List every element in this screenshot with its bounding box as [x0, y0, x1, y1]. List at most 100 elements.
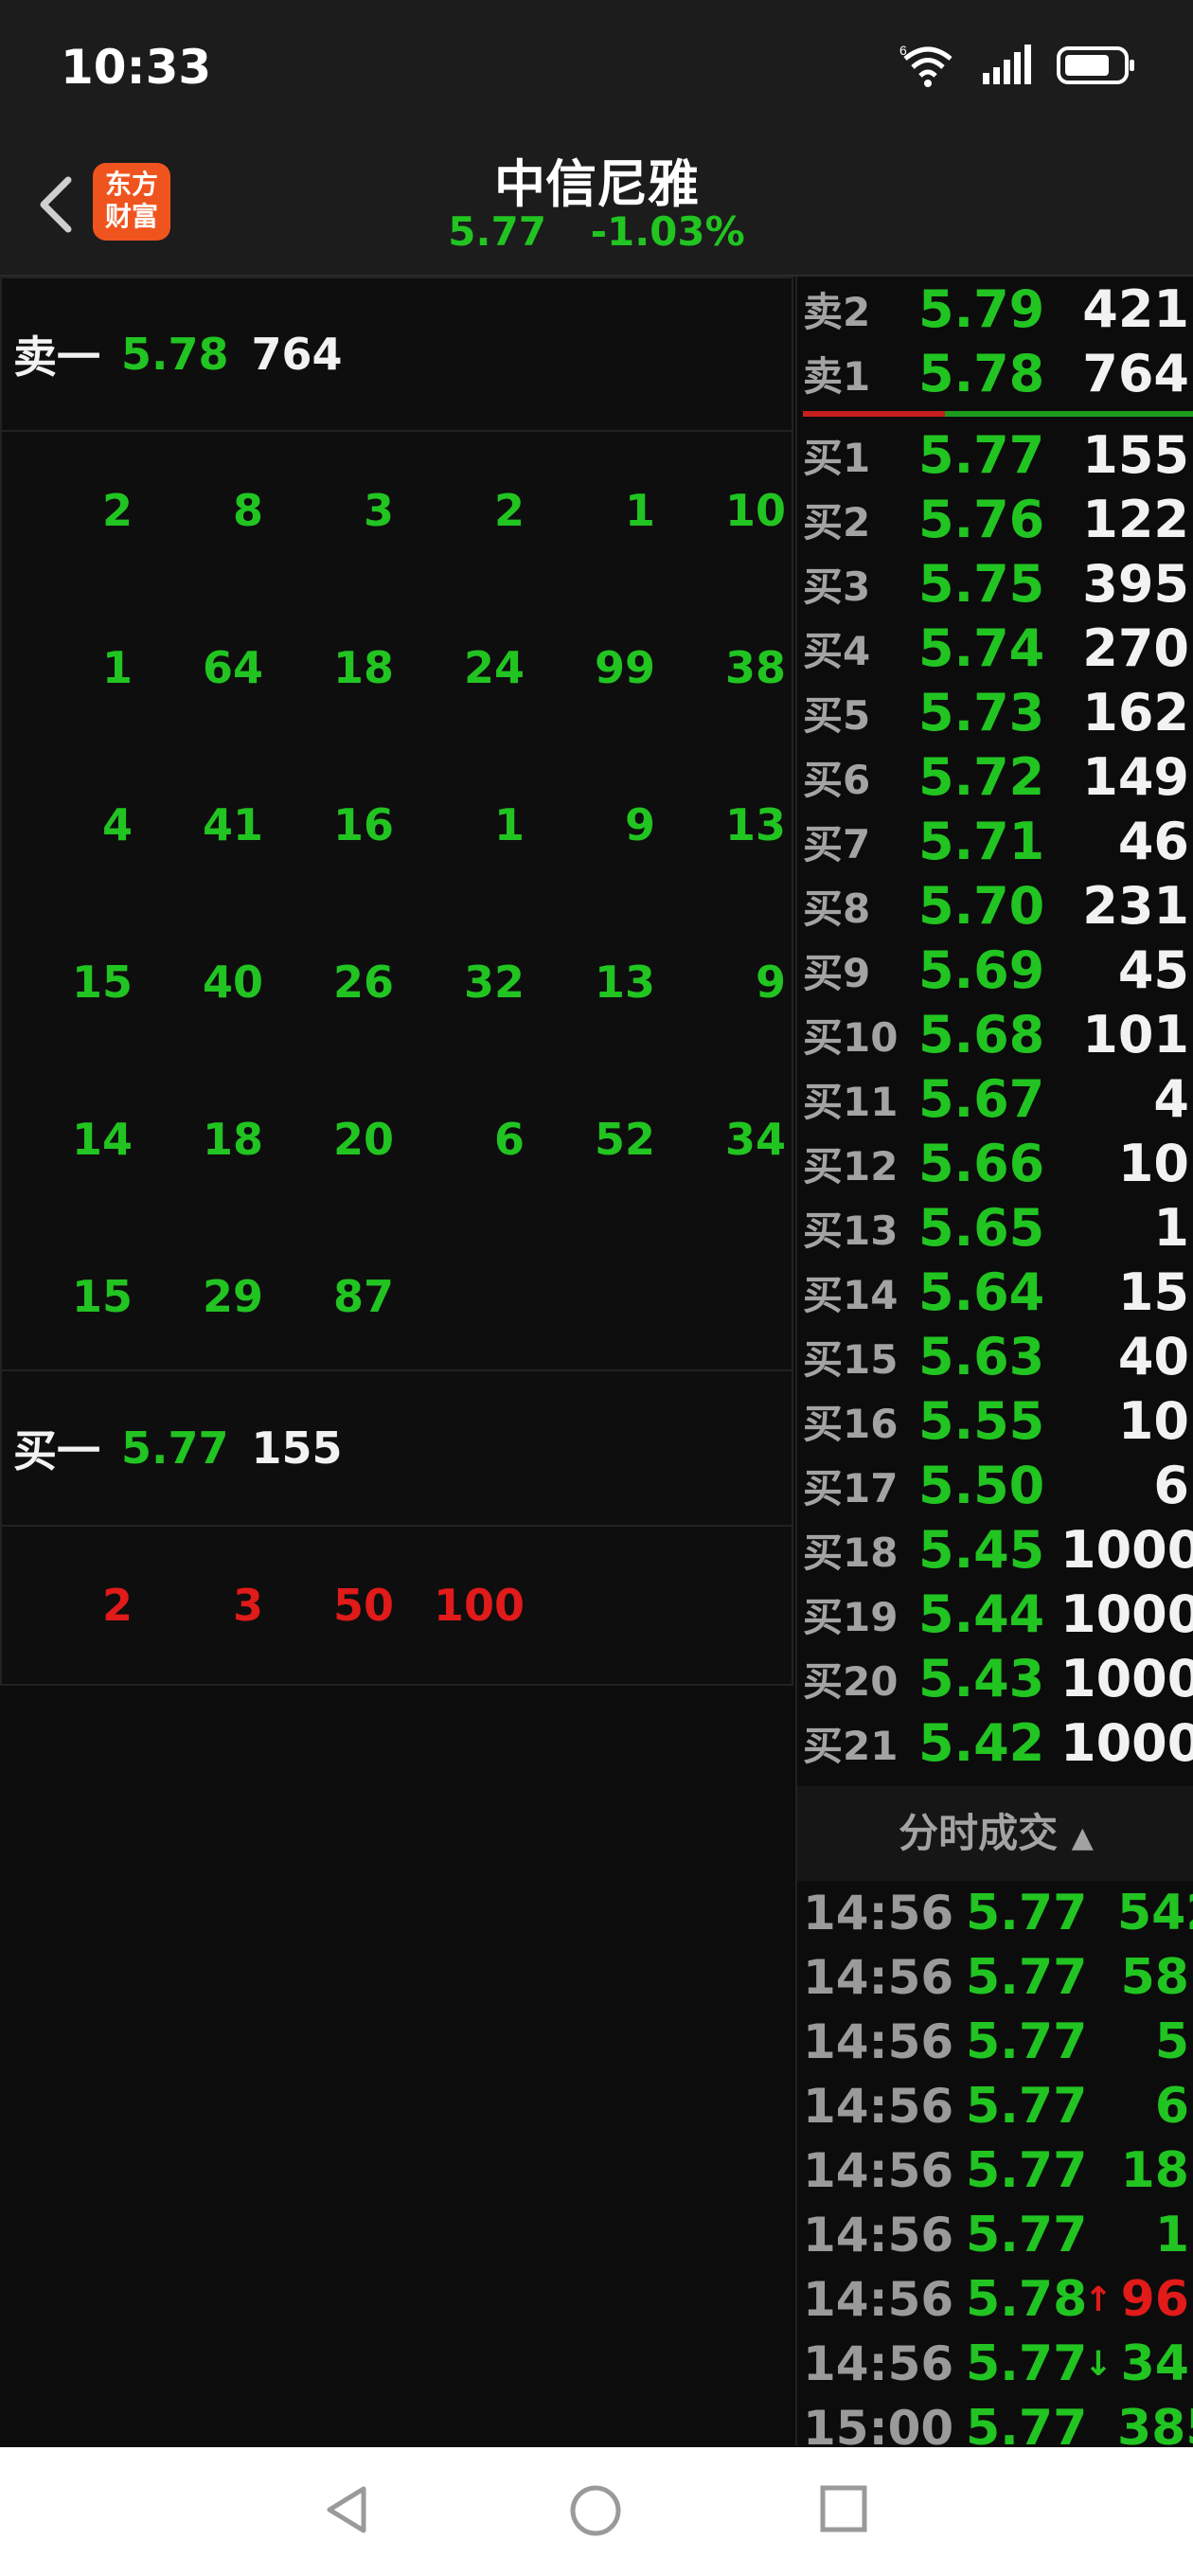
buy-one-volume: 155 [251, 1422, 343, 1474]
bid-level-row[interactable]: 买10 5.68 101 [797, 1002, 1193, 1066]
bid-level-volume: 270 [1082, 617, 1189, 678]
triangle-back-icon [327, 2486, 366, 2533]
sell-queue-cell: 15 [71, 957, 133, 1008]
trade-row: 14:56 5.77 18 [797, 2138, 1193, 2203]
buy-one-row[interactable]: 买一 5.77 155 [0, 1371, 793, 1527]
ask-level-row[interactable]: 卖2 5.79 421 [797, 277, 1193, 341]
bid-level-row[interactable]: 买17 5.50 6 [797, 1453, 1193, 1517]
sell-one-row[interactable]: 卖一 5.78 764 [0, 277, 793, 432]
sell-queue-cell: 4 [101, 799, 133, 850]
bid-level-volume: 1000 [1060, 1648, 1193, 1708]
trade-row: 14:56 5.77 1 [797, 2203, 1193, 2267]
trade-direction-arrow: ↓ [1083, 2344, 1113, 2384]
nav-recents-button[interactable] [818, 2483, 869, 2538]
buy-one-label: 买一 [13, 1425, 100, 1476]
ask-level-price: 5.79 [918, 278, 1045, 339]
bid-level-row[interactable]: 买15 5.63 40 [797, 1324, 1193, 1388]
bid-level-label: 买10 [803, 1013, 899, 1061]
bid-level-price: 5.44 [918, 1583, 1045, 1644]
bid-level-row[interactable]: 买18 5.45 1000 [797, 1517, 1193, 1582]
bid-level-volume: 395 [1082, 553, 1189, 614]
bid-ask-ratio-bar [803, 411, 1193, 417]
order-queue-panel: 卖一 5.78 764 2 8 3 2 1 10 1 64 18 24 99 38 4 41 16 1 9 13 1… [0, 277, 793, 1686]
trade-volume: 18 [1120, 2142, 1189, 2199]
bid-level-row[interactable]: 买5 5.73 162 [797, 680, 1193, 744]
bid-level-price: 5.74 [918, 617, 1045, 678]
bid-level-row[interactable]: 买1 5.77 155 [797, 422, 1193, 487]
trade-time: 14:56 [803, 2014, 954, 2069]
bid-level-label: 买11 [803, 1078, 899, 1125]
bid-level-price: 5.63 [918, 1326, 1045, 1386]
ask-level-volume: 421 [1082, 278, 1189, 339]
ask-levels: 卖2 5.79 421 卖1 5.78 764 [797, 277, 1193, 405]
bid-level-price: 5.45 [918, 1519, 1045, 1580]
nav-home-button[interactable] [568, 2483, 623, 2542]
bid-level-volume: 1000 [1060, 1583, 1193, 1644]
buy-one-price: 5.77 [121, 1422, 229, 1474]
buy-queue: 2 3 50 100 [0, 1527, 793, 1686]
sell-queue-grid: 2 8 3 2 1 10 1 64 18 24 99 38 4 41 16 1 9 13 15 40 26 32 13 9 14… [2, 432, 792, 1369]
bid-level-row[interactable]: 买9 5.69 45 [797, 938, 1193, 1002]
nav-back-button[interactable] [322, 2483, 371, 2540]
trade-price: 5.77 [966, 1949, 1088, 2006]
caret-up-icon: ▲ [1071, 1821, 1094, 1854]
buy-queue-cell: 50 [332, 1580, 394, 1631]
bid-level-volume: 15 [1117, 1261, 1189, 1322]
bid-level-price: 5.43 [918, 1648, 1045, 1708]
bid-level-row[interactable]: 买11 5.67 4 [797, 1066, 1193, 1131]
trade-time: 14:56 [803, 2143, 954, 2198]
trade-price: 5.77 [966, 2335, 1088, 2392]
bid-level-row[interactable]: 买8 5.70 231 [797, 873, 1193, 938]
trade-time: 14:56 [803, 2336, 954, 2391]
bid-level-row[interactable]: 买13 5.65 1 [797, 1195, 1193, 1260]
bid-level-row[interactable]: 买19 5.44 1000 [797, 1582, 1193, 1646]
bid-level-row[interactable]: 买12 5.66 10 [797, 1131, 1193, 1195]
sell-queue-cell: 18 [332, 642, 394, 693]
bid-level-row[interactable]: 买21 5.42 1000 [797, 1710, 1193, 1775]
status-icons: 6 [899, 42, 1136, 93]
bid-level-row[interactable]: 买3 5.75 395 [797, 551, 1193, 616]
sell-queue-cell: 26 [332, 957, 394, 1008]
sell-queue-cell: 2 [101, 485, 133, 536]
bid-level-row[interactable]: 买7 5.71 46 [797, 809, 1193, 873]
trade-row: 14:56 5.77 5 [797, 2010, 1193, 2074]
trade-direction-arrow: ↑ [1083, 2280, 1113, 2319]
sell-queue-cell: 38 [724, 642, 786, 693]
sell-queue-cell: 3 [363, 485, 394, 536]
trade-volume: 96 [1120, 2271, 1189, 2328]
bid-level-volume: 40 [1117, 1326, 1189, 1386]
sell-queue-cell: 9 [755, 957, 786, 1008]
ask-level-volume: 764 [1082, 343, 1189, 403]
bid-level-volume: 1000 [1060, 1519, 1193, 1580]
trade-row: 14:56 5.77 ↓ 34 [797, 2332, 1193, 2396]
sell-queue-cell: 87 [332, 1271, 394, 1322]
bid-level-volume: 1000 [1060, 1712, 1193, 1773]
sell-queue-cell: 10 [724, 485, 786, 536]
bid-level-row[interactable]: 买16 5.55 10 [797, 1388, 1193, 1453]
ask-level-row[interactable]: 卖1 5.78 764 [797, 341, 1193, 405]
bid-level-row[interactable]: 买20 5.43 1000 [797, 1646, 1193, 1710]
trade-volume: 34 [1120, 2335, 1189, 2392]
bid-level-label: 买13 [803, 1207, 899, 1254]
sell-queue-cell: 24 [463, 642, 525, 693]
current-price: 5.77 [448, 208, 546, 255]
bid-level-label: 买9 [803, 949, 871, 996]
trade-time: 14:56 [803, 2208, 954, 2263]
bid-level-row[interactable]: 买2 5.76 122 [797, 487, 1193, 551]
trades-header-button[interactable]: 分时成交 ▲ [797, 1786, 1193, 1881]
sell-queue-cell: 14 [71, 1114, 133, 1165]
bid-level-row[interactable]: 买14 5.64 15 [797, 1260, 1193, 1324]
trade-time: 14:56 [803, 2079, 954, 2134]
depth-panel: 卖2 5.79 421 卖1 5.78 764 买1 5.77 155 买2 5.76 122 买3 5… [795, 277, 1193, 2457]
trade-volume: 6 [1154, 2078, 1189, 2135]
bid-level-label: 买12 [803, 1142, 899, 1190]
bid-level-row[interactable]: 买4 5.74 270 [797, 616, 1193, 680]
trade-time: 14:56 [803, 2272, 954, 2327]
bid-level-row[interactable]: 买6 5.72 149 [797, 744, 1193, 809]
trade-price: 5.77 [966, 2142, 1088, 2199]
trade-row: 14:565.77 542 [797, 1881, 1193, 1945]
bid-level-label: 买17 [803, 1464, 899, 1512]
bid-level-label: 买18 [803, 1529, 899, 1576]
trade-price: 5.77 [966, 2078, 1088, 2135]
sell-queue-cell: 1 [101, 642, 133, 693]
